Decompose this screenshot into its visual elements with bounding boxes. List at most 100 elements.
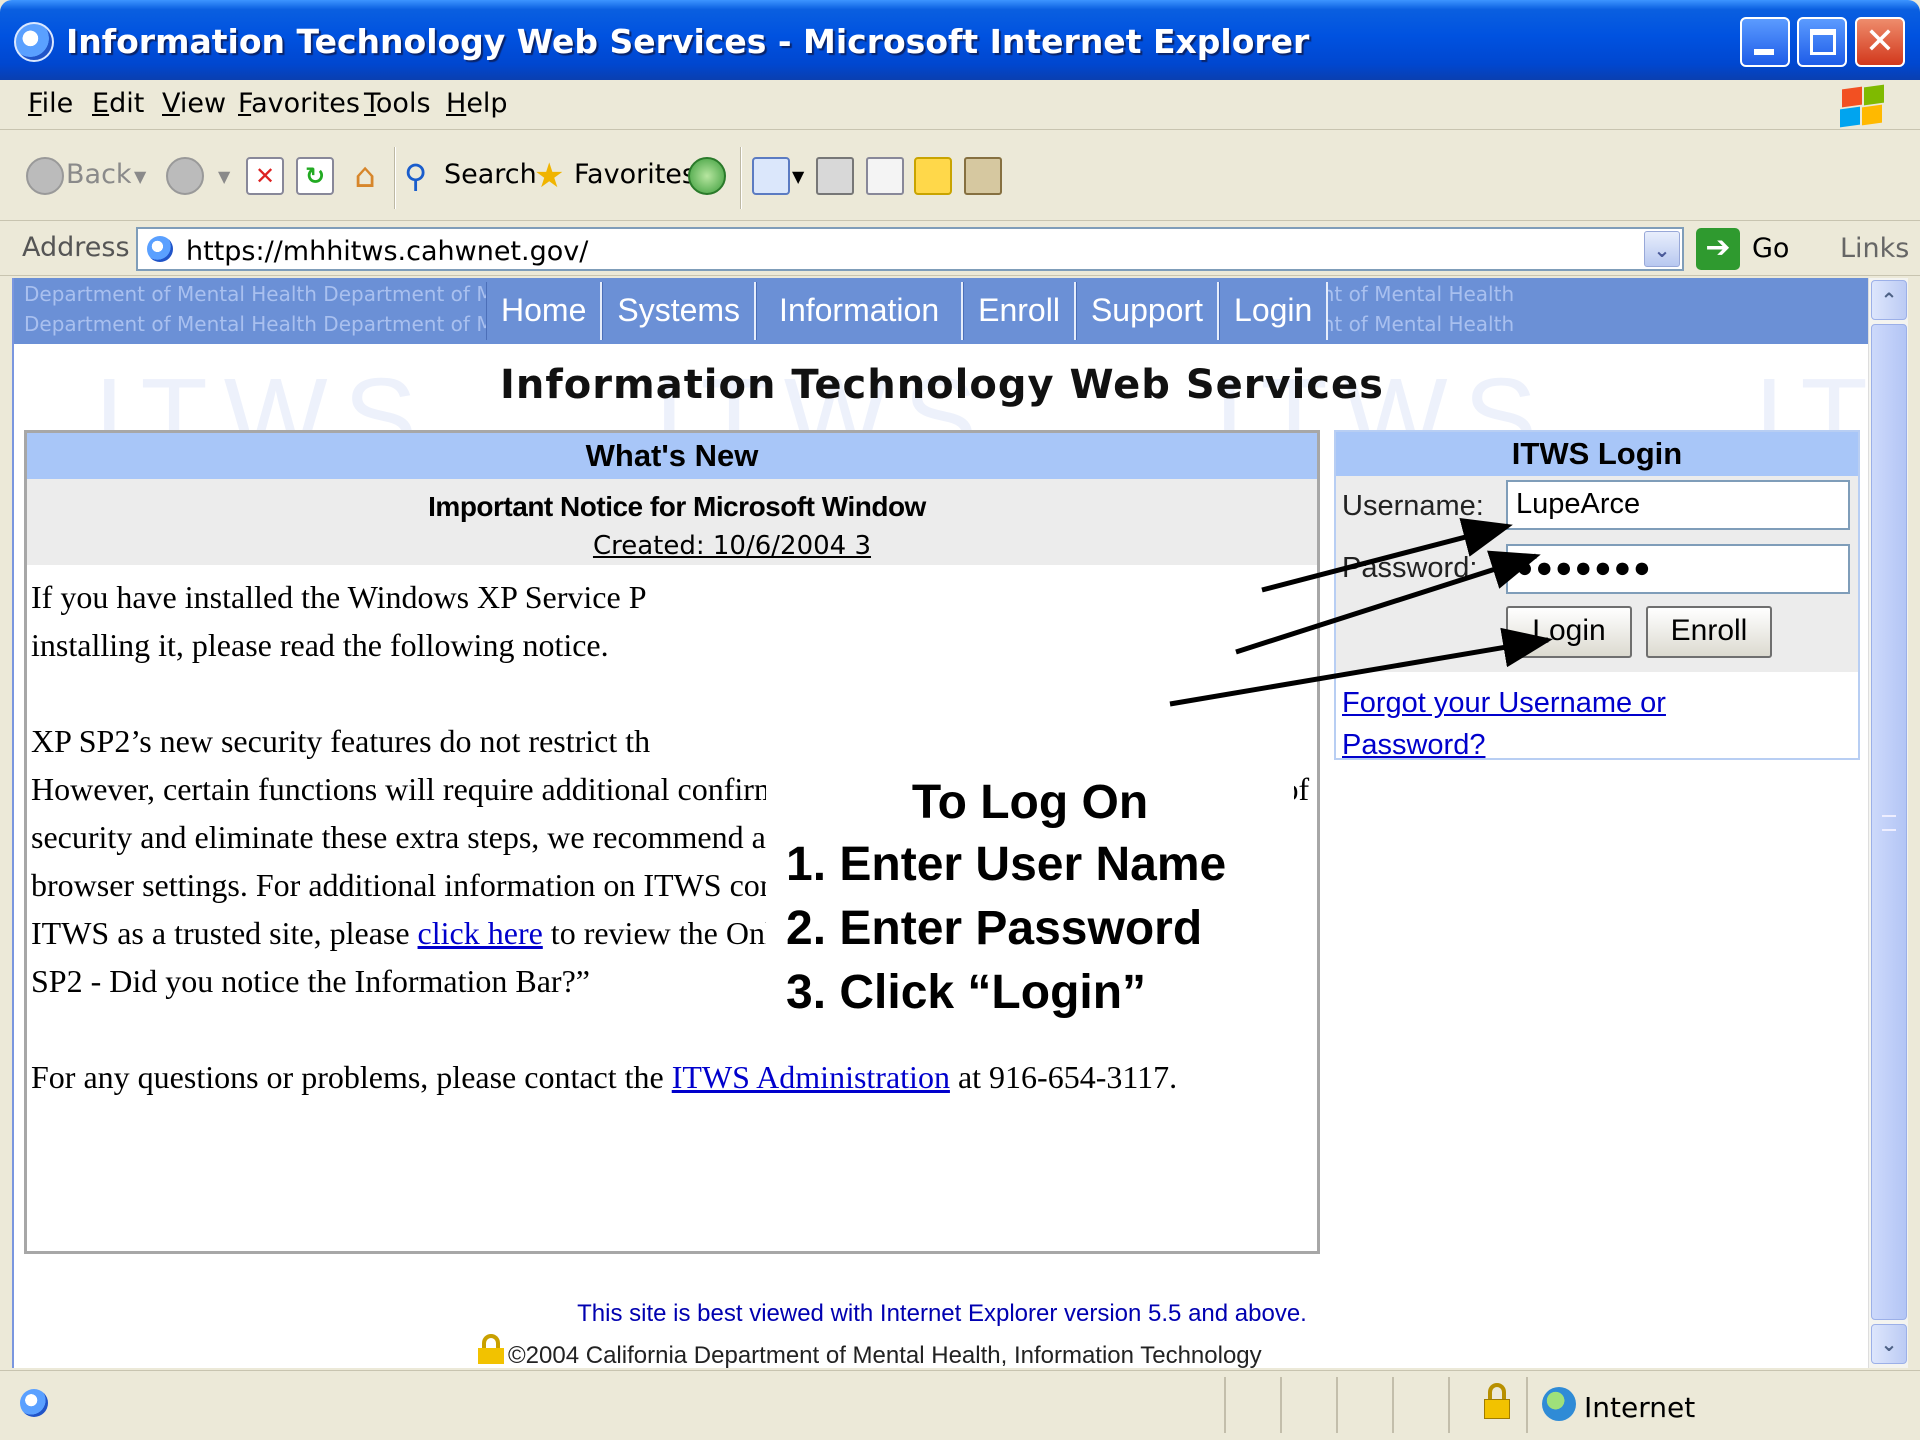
login-button[interactable]: Login: [1506, 606, 1632, 658]
browser-recommendation: This site is best viewed with Internet E…: [577, 1300, 1307, 1327]
menu-bar: File Edit View Favorites Tools Help: [0, 80, 1920, 130]
status-cell: [1224, 1377, 1226, 1433]
maximize-button[interactable]: [1797, 17, 1847, 67]
back-button[interactable]: Back: [66, 159, 132, 190]
print-icon[interactable]: [816, 157, 854, 195]
minimize-button[interactable]: [1740, 17, 1790, 67]
status-cell: [1448, 1377, 1450, 1433]
toolbar-separator: [394, 147, 396, 209]
window-title: Information Technology Web Services - Mi…: [66, 22, 1310, 61]
login-header: ITWS Login: [1336, 432, 1858, 476]
news-text: For any questions or problems, please co…: [31, 1059, 664, 1095]
mail-icon[interactable]: [752, 157, 790, 195]
nav-support[interactable]: Support: [1075, 282, 1220, 340]
forward-dropdown-icon[interactable]: ▼: [218, 167, 230, 186]
copyright-text: ©2004 California Department of Mental He…: [508, 1342, 1262, 1368]
close-icon: ✕: [1864, 21, 1896, 62]
page-viewport: Department of Mental Health Department o…: [12, 278, 1882, 1368]
login-panel: ITWS Login Username: LupeArce Password: …: [1334, 430, 1860, 761]
scroll-up-icon[interactable]: ⌃: [1871, 280, 1907, 320]
close-button[interactable]: ✕: [1855, 17, 1905, 67]
favorites-star-icon[interactable]: ★: [534, 157, 572, 195]
instruction-callout: To Log On 1. Enter User Name 2. Enter Pa…: [766, 759, 1294, 1033]
address-dropdown-icon[interactable]: ⌄: [1644, 231, 1680, 267]
home-icon[interactable]: ⌂: [346, 157, 384, 195]
callout-title: To Log On: [911, 776, 1149, 829]
maximize-icon: [1810, 29, 1836, 55]
menu-file[interactable]: File: [28, 88, 73, 119]
stop-icon[interactable]: ✕: [246, 157, 284, 195]
links-button[interactable]: Links: [1840, 233, 1909, 264]
news-text: XP SP2’s new security features do not re…: [31, 723, 651, 759]
scroll-down-icon[interactable]: ⌄: [1871, 1324, 1907, 1364]
news-text: If you have installed the Windows XP Ser…: [31, 579, 647, 615]
status-cell: [1336, 1377, 1338, 1433]
menu-favorites[interactable]: Favorites: [238, 88, 360, 119]
itws-administration-link[interactable]: ITWS Administration: [672, 1059, 950, 1095]
callout-step-2: 2. Enter Password: [786, 902, 1203, 955]
callout-step-3: 3. Click “Login”: [786, 966, 1147, 1019]
mail-dropdown-icon[interactable]: ▼: [792, 167, 804, 186]
notice-box: Important Notice for Microsoft Window Cr…: [27, 479, 1317, 565]
menu-help[interactable]: Help: [446, 88, 508, 119]
windows-logo-icon: [1838, 84, 1886, 128]
address-bar: Address https://mhhitws.cahwnet.gov/ ⌄ ➔…: [0, 222, 1920, 276]
username-label: Username:: [1342, 490, 1484, 522]
password-label: Password:: [1342, 552, 1478, 584]
security-zone: Internet: [1584, 1391, 1696, 1424]
search-button[interactable]: Search: [444, 159, 537, 190]
enroll-button[interactable]: Enroll: [1646, 606, 1772, 658]
page-status-icon: [16, 1385, 52, 1421]
whats-new-header: What's New: [27, 433, 1317, 479]
click-here-link[interactable]: click here: [418, 915, 543, 951]
nav-information[interactable]: Information: [756, 282, 964, 340]
toolbar: Back ▼ ▼ ✕ ↻ ⌂ ⚲ Search ★ Favorites ▼: [0, 131, 1920, 221]
username-field[interactable]: LupeArce: [1506, 480, 1850, 530]
back-arrow-icon[interactable]: [26, 157, 64, 195]
search-icon[interactable]: ⚲: [404, 157, 442, 195]
minimize-icon: [1754, 49, 1774, 55]
callout-step-1: 1. Enter User Name: [786, 838, 1227, 891]
edit-page-icon[interactable]: [866, 157, 904, 195]
status-bar: Internet: [0, 1370, 1920, 1440]
forgot-credentials-link[interactable]: Forgot your Username or Password?: [1342, 682, 1762, 766]
go-button[interactable]: Go: [1752, 233, 1789, 264]
menu-tools[interactable]: Tools: [364, 88, 431, 119]
internet-zone-icon: [1542, 1387, 1576, 1421]
menu-view[interactable]: View: [162, 88, 226, 119]
research-icon[interactable]: [964, 157, 1002, 195]
login-form: Username: LupeArce Password: ●●●●●●● Log…: [1336, 476, 1858, 672]
notice-date: Created: 10/6/2004 3: [592, 531, 872, 561]
discuss-icon[interactable]: [914, 157, 952, 195]
nav-systems[interactable]: Systems: [602, 282, 757, 340]
forward-arrow-icon[interactable]: [166, 157, 204, 195]
browser-window: Information Technology Web Services - Mi…: [0, 0, 1920, 1440]
vertical-scrollbar[interactable]: ⌃ ⌄: [1868, 278, 1908, 1368]
refresh-icon[interactable]: ↻: [296, 157, 334, 195]
history-icon[interactable]: [688, 157, 726, 195]
address-input[interactable]: https://mhhitws.cahwnet.gov/ ⌄: [136, 227, 1684, 271]
news-paragraph: If you have installed the Windows XP Ser…: [31, 573, 1315, 669]
secure-lock-icon: [1482, 1383, 1512, 1423]
site-nav-tabs: Home Systems Information Enroll Support …: [486, 282, 1329, 340]
address-url: https://mhhitws.cahwnet.gov/: [186, 236, 589, 267]
favorites-button[interactable]: Favorites: [574, 159, 696, 190]
news-text: installing it, please read the following…: [31, 627, 609, 663]
go-arrow-icon[interactable]: ➔: [1696, 228, 1740, 270]
page-icon: [144, 233, 176, 265]
toolbar-separator: [740, 147, 742, 209]
scroll-thumb[interactable]: [1871, 324, 1907, 1320]
page-title: Information Technology Web Services: [500, 362, 1384, 408]
menu-edit[interactable]: Edit: [92, 88, 144, 119]
password-field[interactable]: ●●●●●●●: [1506, 544, 1850, 594]
nav-login[interactable]: Login: [1219, 282, 1329, 340]
ie-icon: [14, 22, 54, 62]
notice-title: Important Notice for Microsoft Window: [428, 491, 926, 522]
status-cell: [1392, 1377, 1394, 1433]
nav-enroll[interactable]: Enroll: [963, 282, 1076, 340]
address-label: Address: [22, 232, 130, 263]
nav-home[interactable]: Home: [486, 282, 603, 340]
status-cell: [1280, 1377, 1282, 1433]
back-dropdown-icon[interactable]: ▼: [134, 167, 146, 186]
title-bar[interactable]: Information Technology Web Services - Mi…: [0, 0, 1920, 80]
